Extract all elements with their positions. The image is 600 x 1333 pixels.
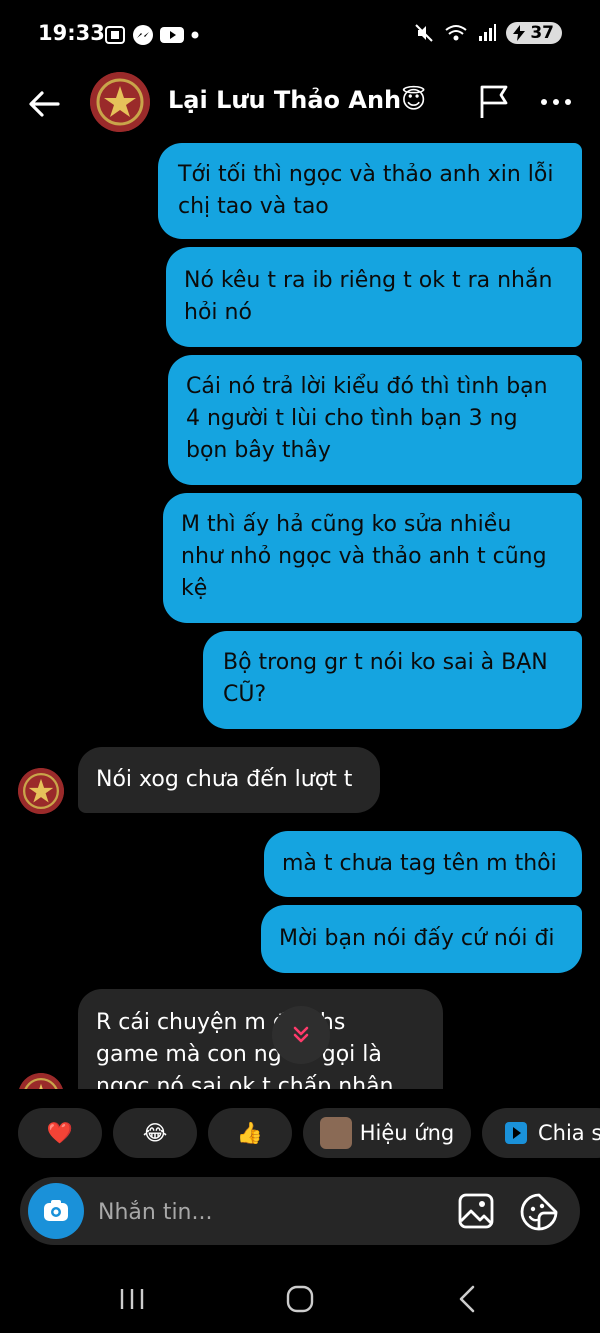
share-play-icon [505, 1122, 527, 1144]
message-line: như nhỏ ngọc và thảo anh t cũng [181, 544, 547, 569]
message-line: Nó kêu t ra ib riêng t ok t ra nhắn [184, 268, 553, 293]
message-line: R cái chuyện m đg chs [96, 1010, 346, 1035]
sticker-button[interactable] [518, 1191, 560, 1233]
share-button[interactable]: Chia s [482, 1108, 600, 1158]
battery-indicator: 37 [506, 22, 562, 44]
message-composer [20, 1177, 580, 1245]
message-line: mà t chưa tag tên m thôi [282, 851, 557, 876]
flag-icon [480, 85, 508, 118]
effects-button[interactable]: Hiệu ứng [303, 1108, 471, 1158]
message-line: CŨ? [223, 682, 267, 707]
message-line: kệ [181, 576, 208, 601]
contact-avatar-small[interactable] [18, 768, 64, 814]
reaction-thumbs-up-button[interactable]: 👍 [208, 1108, 292, 1158]
message-bubble-outgoing[interactable]: Tới tối thì ngọc và thảo anh xin lỗi chị… [158, 143, 582, 239]
reaction-laugh-button[interactable]: 😂 [113, 1108, 197, 1158]
message-line: hỏi nó [184, 300, 252, 325]
message-input[interactable] [96, 1191, 400, 1233]
quick-actions-bar: ❤️ 😂 👍 Hiệu ứng Chia s [0, 1108, 600, 1158]
wifi-icon [445, 25, 467, 41]
screenshot-icon [105, 26, 125, 44]
scroll-to-bottom-button[interactable] [272, 1006, 330, 1064]
share-label: Chia s [538, 1121, 600, 1145]
recents-button[interactable] [112, 1279, 152, 1319]
back-nav-button[interactable] [448, 1279, 488, 1319]
gallery-button[interactable] [456, 1191, 496, 1231]
chat-header: Lại Lưu Thảo Anh😇 [0, 70, 600, 142]
sticker-icon [520, 1193, 558, 1231]
message-line: Bộ trong gr t nói ko sai à BẠN [223, 650, 548, 675]
back-button[interactable] [24, 84, 64, 124]
mute-icon [415, 24, 434, 42]
message-thread[interactable]: Tới tối thì ngọc và thảo anh xin lỗi chị… [0, 143, 600, 1089]
notification-icons [104, 24, 200, 46]
message-line: Tới tối thì ngọc và thảo anh xin lỗi [178, 162, 554, 187]
battery-level: 37 [530, 23, 554, 43]
message-line: 4 người t lùi cho tình bạn 3 ng [186, 406, 518, 431]
youtube-icon [160, 27, 184, 43]
message-line: ngọc nó sai ok t chấp nhận [96, 1074, 394, 1089]
message-line: bọn bây thây [186, 438, 331, 463]
camera-icon [44, 1200, 68, 1221]
heart-icon: ❤️ [46, 1120, 74, 1145]
message-line: Cái nó trả lời kiểu đó thì tình bạn [186, 374, 548, 399]
message-bubble-outgoing[interactable]: Mời bạn nói đấy cứ nói đi [261, 905, 582, 973]
message-bubble-outgoing[interactable]: Bộ trong gr t nói ko sai à BẠN CŨ? [203, 631, 582, 729]
message-bubble-outgoing[interactable]: M thì ấy hả cũng ko sửa nhiều như nhỏ ng… [163, 493, 582, 623]
more-options-button[interactable] [536, 82, 576, 122]
more-icon [541, 99, 571, 105]
message-line: game mà con ng cứ gọi là [96, 1042, 382, 1067]
message-bubble-outgoing[interactable]: mà t chưa tag tên m thôi [264, 831, 582, 897]
report-button[interactable] [474, 82, 514, 122]
camera-button[interactable] [28, 1183, 84, 1239]
home-icon [286, 1285, 314, 1313]
messenger-icon [133, 25, 153, 45]
thumbs-up-icon: 👍 [236, 1120, 264, 1145]
gallery-icon [458, 1193, 494, 1229]
message-line: Mời bạn nói đấy cứ nói đi [279, 926, 555, 951]
contact-avatar[interactable] [90, 72, 150, 132]
chevron-left-icon [459, 1285, 475, 1313]
recents-icon [120, 1289, 144, 1309]
message-bubble-incoming[interactable]: Nói xog chưa đến lượt t [78, 747, 380, 813]
contact-name[interactable]: Lại Lưu Thảo Anh😇 [168, 86, 426, 114]
message-bubble-incoming[interactable]: R cái chuyện m đg chs game mà con ng cứ … [78, 989, 443, 1089]
arrow-left-icon [29, 91, 60, 117]
message-bubble-outgoing[interactable]: Cái nó trả lời kiểu đó thì tình bạn 4 ng… [168, 355, 582, 485]
system-navigation-bar [0, 1265, 600, 1333]
status-bar: 19:33 37 [0, 0, 600, 70]
reaction-heart-button[interactable]: ❤️ [18, 1108, 102, 1158]
status-time: 19:33 [38, 21, 105, 45]
system-icons: 37 [414, 22, 562, 44]
message-line: M thì ấy hả cũng ko sửa nhiều [181, 512, 512, 537]
dot-icon [191, 31, 199, 39]
charging-icon [513, 25, 526, 41]
contact-avatar-small[interactable] [18, 1073, 64, 1089]
message-line: chị tao và tao [178, 194, 329, 219]
effects-label: Hiệu ứng [359, 1121, 455, 1145]
message-line: Nói xog chưa đến lượt t [96, 767, 353, 792]
home-button[interactable] [280, 1279, 320, 1319]
message-bubble-outgoing[interactable]: Nó kêu t ra ib riêng t ok t ra nhắn hỏi … [166, 247, 582, 347]
signal-icon [479, 24, 497, 41]
double-chevron-down-icon [293, 1026, 309, 1043]
effect-thumbnail [319, 1117, 352, 1149]
laugh-emoji-icon: 😂 [142, 1121, 168, 1145]
